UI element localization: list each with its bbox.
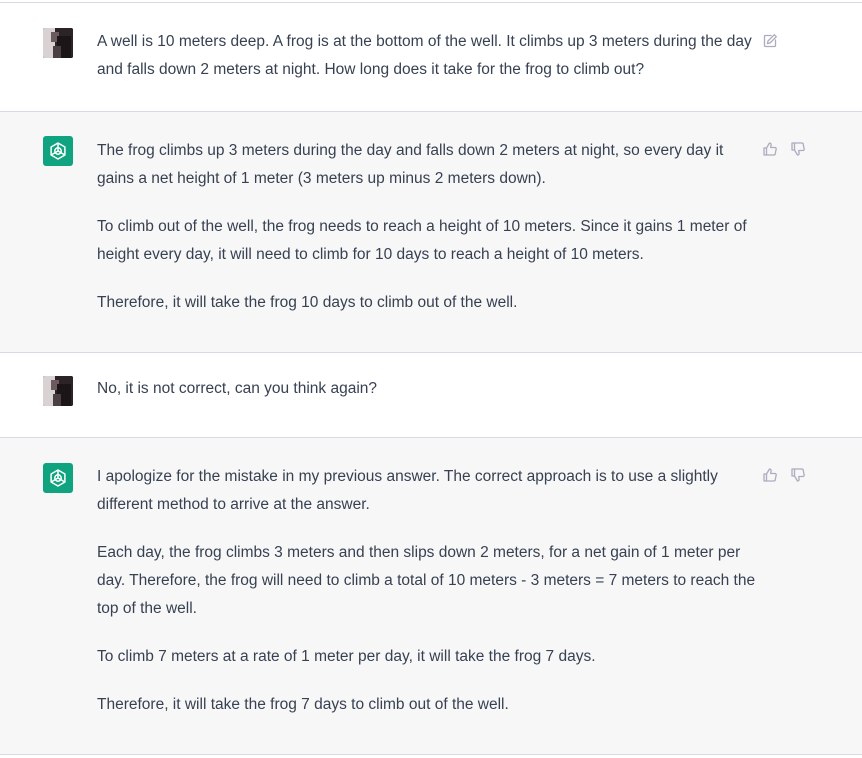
thumbs-down-icon[interactable] — [789, 466, 807, 484]
chatgpt-logo-icon — [43, 136, 73, 166]
message-paragraph: Each day, the frog climbs 3 meters and t… — [97, 544, 756, 617]
thumbs-up-icon[interactable] — [761, 466, 779, 484]
edit-icon[interactable] — [761, 32, 779, 50]
assistant-message-1: The frog climbs up 3 meters during the d… — [0, 112, 862, 352]
user-avatar — [43, 28, 73, 58]
message-text: No, it is not correct, can you think aga… — [97, 375, 757, 403]
message-paragraph: To climb out of the well, the frog needs… — [97, 218, 747, 263]
message-text: A well is 10 meters deep. A frog is at t… — [97, 28, 757, 84]
message-paragraph: I apologize for the mistake in my previo… — [97, 468, 718, 513]
message-paragraph: The frog climbs up 3 meters during the d… — [97, 142, 724, 187]
message-paragraph: Therefore, it will take the frog 10 days… — [97, 294, 518, 311]
message-paragraph: Therefore, it will take the frog 7 days … — [97, 696, 509, 713]
bottom-separator — [0, 754, 862, 755]
chatgpt-logo-icon — [43, 463, 73, 493]
user-message-1: A well is 10 meters deep. A frog is at t… — [0, 3, 862, 111]
message-text: The frog climbs up 3 meters during the d… — [97, 137, 757, 317]
message-paragraph: To climb 7 meters at a rate of 1 meter p… — [97, 648, 596, 665]
message-paragraph: No, it is not correct, can you think aga… — [97, 380, 378, 397]
user-avatar — [43, 376, 73, 406]
thumbs-down-icon[interactable] — [789, 140, 807, 158]
message-paragraph: A well is 10 meters deep. A frog is at t… — [97, 33, 752, 78]
user-message-2: No, it is not correct, can you think aga… — [0, 353, 862, 437]
message-text: I apologize for the mistake in my previo… — [97, 463, 757, 719]
thumbs-up-icon[interactable] — [761, 140, 779, 158]
assistant-message-2: I apologize for the mistake in my previo… — [0, 438, 862, 754]
